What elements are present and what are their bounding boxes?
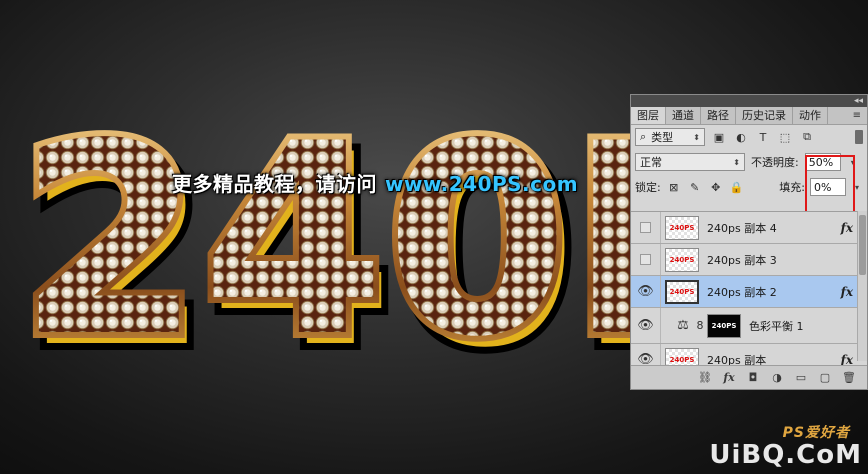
layer-thumbnail: 240PS bbox=[665, 215, 699, 240]
filter-toggle-switch[interactable] bbox=[855, 130, 863, 144]
tab-channels[interactable]: 通道 bbox=[666, 107, 701, 124]
layer-name[interactable]: 240ps 副本 2 bbox=[707, 284, 777, 300]
opacity-arrow-icon[interactable]: ▾ bbox=[847, 158, 859, 167]
blend-mode-select[interactable]: 正常 ⬍ bbox=[635, 153, 745, 171]
layer-name[interactable]: 色彩平衡 1 bbox=[749, 318, 804, 334]
tab-layers[interactable]: 图层 bbox=[631, 107, 666, 124]
layer-list: 240PS 240ps 副本 4 fx ▾ 240PS 240ps 副本 3 👁… bbox=[631, 211, 867, 376]
fx-icon[interactable]: fx bbox=[841, 285, 853, 299]
fill-label: 填充: bbox=[779, 181, 805, 194]
lock-transparent-icon[interactable]: ⊠ bbox=[666, 179, 682, 195]
watermark-ps-logo: PS爱好者 bbox=[782, 425, 850, 441]
color-balance-icon[interactable]: ⚖ bbox=[673, 318, 693, 333]
visibility-toggle[interactable] bbox=[631, 244, 661, 275]
layer-thumbnail: 240PS bbox=[665, 247, 699, 272]
lock-all-icon[interactable]: 🔒 bbox=[729, 179, 745, 195]
banner-chinese: 更多精品教程，请访问 bbox=[172, 172, 377, 196]
visibility-toggle[interactable] bbox=[631, 212, 661, 243]
fill-arrow-icon[interactable]: ▾ bbox=[851, 183, 863, 192]
blend-mode-value: 正常 bbox=[640, 156, 662, 169]
hidden-eye-box bbox=[640, 222, 651, 233]
lock-position-icon[interactable]: ✥ bbox=[708, 179, 724, 195]
layer-filter-select[interactable]: ⌕ 类型 ⬍ bbox=[635, 128, 705, 146]
blend-row: 正常 ⬍ 不透明度: 50% ▾ bbox=[631, 149, 867, 175]
tab-paths[interactable]: 路径 bbox=[701, 107, 736, 124]
add-style-icon[interactable]: fx bbox=[721, 370, 737, 386]
watermark-text: UiBQ.CoM bbox=[709, 440, 862, 470]
pixel-filter-icon[interactable]: ▣ bbox=[711, 129, 727, 145]
panel-tabs: 图层 通道 路径 历史记录 动作 ≡ bbox=[631, 107, 867, 125]
layers-panel: ◂◂ 图层 通道 路径 历史记录 动作 ≡ ⌕ 类型 ⬍ ▣ ◐ T ⬚ ⧉ 正… bbox=[630, 94, 868, 390]
new-adjustment-icon[interactable]: ◑ bbox=[769, 370, 785, 386]
lock-label: 锁定: bbox=[635, 181, 661, 194]
layer-thumbnail: 240PS bbox=[665, 279, 699, 304]
banner-text: 更多精品教程，请访问 www.240PS.com bbox=[172, 168, 578, 197]
scroll-thumb[interactable] bbox=[859, 215, 866, 275]
spin-icon: ⬍ bbox=[733, 157, 740, 167]
visibility-toggle[interactable]: 👁 bbox=[631, 308, 661, 343]
layer-name[interactable]: 240ps 副本 4 bbox=[707, 220, 777, 236]
eye-icon: 👁 bbox=[637, 284, 654, 299]
layer-scrollbar[interactable] bbox=[857, 211, 867, 361]
site-watermark: PS爱好者 UiBQ.CoM bbox=[709, 425, 862, 470]
collapse-icon[interactable]: ◂◂ bbox=[854, 96, 863, 106]
filter-row: ⌕ 类型 ⬍ ▣ ◐ T ⬚ ⧉ bbox=[631, 125, 867, 149]
search-icon: ⌕ bbox=[640, 130, 647, 143]
panel-title-bar: ◂◂ bbox=[631, 95, 867, 107]
layer-row-selected[interactable]: 👁 240PS 240ps 副本 2 fx ▾ bbox=[631, 276, 867, 308]
new-layer-icon[interactable]: ▢ bbox=[817, 370, 833, 386]
banner-url: www.240PS.com bbox=[385, 172, 579, 196]
layer-name[interactable]: 240ps 副本 3 bbox=[707, 252, 777, 268]
adjustment-filter-icon[interactable]: ◐ bbox=[733, 129, 749, 145]
delete-layer-icon[interactable]: 🗑 bbox=[841, 370, 857, 386]
panel-bottom-toolbar: ⛓ fx ◘ ◑ ▭ ▢ 🗑 bbox=[631, 365, 867, 389]
visibility-toggle[interactable]: 👁 bbox=[631, 276, 661, 307]
fx-icon[interactable]: fx bbox=[841, 221, 853, 235]
add-mask-icon[interactable]: ◘ bbox=[745, 370, 761, 386]
shape-filter-icon[interactable]: ⬚ bbox=[777, 129, 793, 145]
eye-icon: 👁 bbox=[637, 318, 654, 333]
tab-history[interactable]: 历史记录 bbox=[736, 107, 793, 124]
filter-type-label: 类型 bbox=[651, 131, 674, 144]
mask-thumbnail[interactable]: 240PS bbox=[707, 313, 741, 338]
fill-input[interactable]: 0% bbox=[810, 178, 846, 196]
type-filter-icon[interactable]: T bbox=[755, 129, 771, 145]
panel-menu-icon[interactable]: ≡ bbox=[847, 107, 867, 124]
adjustment-layer-row[interactable]: 👁 ⚖ 8 240PS 色彩平衡 1 bbox=[631, 308, 867, 344]
opacity-input[interactable]: 50% bbox=[804, 153, 841, 171]
spin-icon: ⬍ bbox=[693, 132, 700, 142]
tab-actions[interactable]: 动作 bbox=[793, 107, 828, 124]
link-layers-icon[interactable]: ⛓ bbox=[697, 370, 713, 386]
link-chain-icon[interactable]: 8 bbox=[693, 319, 707, 332]
layer-row[interactable]: 240PS 240ps 副本 4 fx ▾ bbox=[631, 212, 867, 244]
lock-row: 锁定: ⊠ ✎ ✥ 🔒 填充: 0% ▾ bbox=[631, 175, 867, 199]
opacity-label: 不透明度: bbox=[751, 156, 799, 169]
new-group-icon[interactable]: ▭ bbox=[793, 370, 809, 386]
hidden-eye-box bbox=[640, 254, 651, 265]
smart-object-filter-icon[interactable]: ⧉ bbox=[799, 129, 815, 145]
lock-image-icon[interactable]: ✎ bbox=[687, 179, 703, 195]
layer-row[interactable]: 240PS 240ps 副本 3 bbox=[631, 244, 867, 276]
